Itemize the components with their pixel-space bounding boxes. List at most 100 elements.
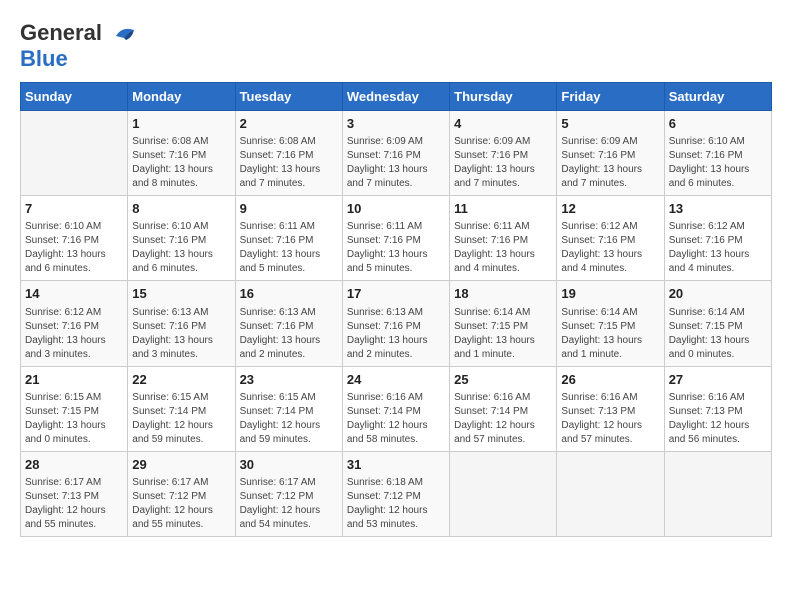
day-number: 1 <box>132 115 230 133</box>
day-info: Sunrise: 6:15 AM Sunset: 7:14 PM Dayligh… <box>132 391 230 447</box>
calendar-cell <box>21 111 128 196</box>
calendar-week-row: 1 Sunrise: 6:08 AM Sunset: 7:16 PM Daylig… <box>21 111 772 196</box>
day-info: Sunrise: 6:14 AM Sunset: 7:15 PM Dayligh… <box>561 306 659 362</box>
day-info: Sunrise: 6:12 AM Sunset: 7:16 PM Dayligh… <box>669 220 767 276</box>
day-info: Sunrise: 6:16 AM Sunset: 7:14 PM Dayligh… <box>454 391 552 447</box>
day-info: Sunrise: 6:09 AM Sunset: 7:16 PM Dayligh… <box>347 135 445 191</box>
day-info: Sunrise: 6:16 AM Sunset: 7:13 PM Dayligh… <box>669 391 767 447</box>
day-info: Sunrise: 6:10 AM Sunset: 7:16 PM Dayligh… <box>132 220 230 276</box>
calendar-cell: 31 Sunrise: 6:18 AM Sunset: 7:12 PM Dayli… <box>342 451 449 536</box>
day-number: 4 <box>454 115 552 133</box>
day-number: 13 <box>669 200 767 218</box>
header-day-monday: Monday <box>128 83 235 111</box>
calendar-cell: 10 Sunrise: 6:11 AM Sunset: 7:16 PM Dayli… <box>342 196 449 281</box>
calendar-cell: 27Sunrise: 6:16 AM Sunset: 7:13 PM Dayli… <box>664 366 771 451</box>
calendar-cell: 14 Sunrise: 6:12 AM Sunset: 7:16 PM Dayli… <box>21 281 128 366</box>
day-number: 21 <box>25 371 123 389</box>
logo: General Blue <box>20 20 138 72</box>
day-info: Sunrise: 6:17 AM Sunset: 7:12 PM Dayligh… <box>240 476 338 532</box>
day-info: Sunrise: 6:18 AM Sunset: 7:12 PM Dayligh… <box>347 476 445 532</box>
logo-general-text: General <box>20 20 102 46</box>
calendar-week-row: 14 Sunrise: 6:12 AM Sunset: 7:16 PM Dayli… <box>21 281 772 366</box>
day-number: 7 <box>25 200 123 218</box>
day-number: 30 <box>240 456 338 474</box>
calendar-cell: 22 Sunrise: 6:15 AM Sunset: 7:14 PM Dayli… <box>128 366 235 451</box>
calendar-cell: 17Sunrise: 6:13 AM Sunset: 7:16 PM Dayli… <box>342 281 449 366</box>
day-info: Sunrise: 6:09 AM Sunset: 7:16 PM Dayligh… <box>561 135 659 191</box>
calendar-cell: 2 Sunrise: 6:08 AM Sunset: 7:16 PM Daylig… <box>235 111 342 196</box>
day-number: 3 <box>347 115 445 133</box>
day-number: 11 <box>454 200 552 218</box>
calendar-cell: 28Sunrise: 6:17 AM Sunset: 7:13 PM Dayli… <box>21 451 128 536</box>
day-number: 22 <box>132 371 230 389</box>
day-info: Sunrise: 6:14 AM Sunset: 7:15 PM Dayligh… <box>454 306 552 362</box>
calendar-cell: 1 Sunrise: 6:08 AM Sunset: 7:16 PM Daylig… <box>128 111 235 196</box>
day-info: Sunrise: 6:10 AM Sunset: 7:16 PM Dayligh… <box>669 135 767 191</box>
calendar-cell: 20 Sunrise: 6:14 AM Sunset: 7:15 PM Dayli… <box>664 281 771 366</box>
day-number: 28 <box>25 456 123 474</box>
calendar-cell: 25 Sunrise: 6:16 AM Sunset: 7:14 PM Dayli… <box>450 366 557 451</box>
day-info: Sunrise: 6:08 AM Sunset: 7:16 PM Dayligh… <box>240 135 338 191</box>
day-info: Sunrise: 6:09 AM Sunset: 7:16 PM Dayligh… <box>454 135 552 191</box>
day-number: 16 <box>240 285 338 303</box>
day-number: 26 <box>561 371 659 389</box>
calendar-cell <box>557 451 664 536</box>
header-day-wednesday: Wednesday <box>342 83 449 111</box>
logo-bird-icon <box>106 22 138 44</box>
header-day-friday: Friday <box>557 83 664 111</box>
calendar-table: SundayMondayTuesdayWednesdayThursdayFrid… <box>20 82 772 537</box>
day-number: 2 <box>240 115 338 133</box>
calendar-cell: 30 Sunrise: 6:17 AM Sunset: 7:12 PM Dayli… <box>235 451 342 536</box>
calendar-cell <box>450 451 557 536</box>
day-number: 23 <box>240 371 338 389</box>
day-info: Sunrise: 6:16 AM Sunset: 7:14 PM Dayligh… <box>347 391 445 447</box>
day-number: 6 <box>669 115 767 133</box>
calendar-cell: 11Sunrise: 6:11 AM Sunset: 7:16 PM Dayli… <box>450 196 557 281</box>
day-number: 17 <box>347 285 445 303</box>
day-number: 18 <box>454 285 552 303</box>
page-header: General Blue <box>20 20 772 72</box>
day-number: 31 <box>347 456 445 474</box>
day-info: Sunrise: 6:08 AM Sunset: 7:16 PM Dayligh… <box>132 135 230 191</box>
day-info: Sunrise: 6:12 AM Sunset: 7:16 PM Dayligh… <box>25 306 123 362</box>
calendar-cell: 12 Sunrise: 6:12 AM Sunset: 7:16 PM Dayli… <box>557 196 664 281</box>
day-info: Sunrise: 6:16 AM Sunset: 7:13 PM Dayligh… <box>561 391 659 447</box>
day-number: 8 <box>132 200 230 218</box>
calendar-week-row: 28Sunrise: 6:17 AM Sunset: 7:13 PM Dayli… <box>21 451 772 536</box>
calendar-cell: 29 Sunrise: 6:17 AM Sunset: 7:12 PM Dayli… <box>128 451 235 536</box>
calendar-week-row: 21Sunrise: 6:15 AM Sunset: 7:15 PM Dayli… <box>21 366 772 451</box>
day-number: 25 <box>454 371 552 389</box>
day-info: Sunrise: 6:17 AM Sunset: 7:12 PM Dayligh… <box>132 476 230 532</box>
calendar-cell: 3 Sunrise: 6:09 AM Sunset: 7:16 PM Daylig… <box>342 111 449 196</box>
calendar-cell: 7Sunrise: 6:10 AM Sunset: 7:16 PM Daylig… <box>21 196 128 281</box>
day-number: 20 <box>669 285 767 303</box>
day-number: 24 <box>347 371 445 389</box>
day-info: Sunrise: 6:15 AM Sunset: 7:14 PM Dayligh… <box>240 391 338 447</box>
calendar-cell: 13 Sunrise: 6:12 AM Sunset: 7:16 PM Dayli… <box>664 196 771 281</box>
calendar-cell: 19 Sunrise: 6:14 AM Sunset: 7:15 PM Dayli… <box>557 281 664 366</box>
day-info: Sunrise: 6:13 AM Sunset: 7:16 PM Dayligh… <box>240 306 338 362</box>
calendar-cell: 9 Sunrise: 6:11 AM Sunset: 7:16 PM Daylig… <box>235 196 342 281</box>
day-number: 14 <box>25 285 123 303</box>
calendar-header-row: SundayMondayTuesdayWednesdayThursdayFrid… <box>21 83 772 111</box>
day-info: Sunrise: 6:12 AM Sunset: 7:16 PM Dayligh… <box>561 220 659 276</box>
day-number: 5 <box>561 115 659 133</box>
day-number: 29 <box>132 456 230 474</box>
header-day-sunday: Sunday <box>21 83 128 111</box>
day-info: Sunrise: 6:14 AM Sunset: 7:15 PM Dayligh… <box>669 306 767 362</box>
day-number: 9 <box>240 200 338 218</box>
calendar-cell: 5 Sunrise: 6:09 AM Sunset: 7:16 PM Daylig… <box>557 111 664 196</box>
header-day-thursday: Thursday <box>450 83 557 111</box>
day-number: 10 <box>347 200 445 218</box>
day-number: 12 <box>561 200 659 218</box>
logo-blue-text: Blue <box>20 46 68 71</box>
day-info: Sunrise: 6:11 AM Sunset: 7:16 PM Dayligh… <box>240 220 338 276</box>
calendar-cell: 8 Sunrise: 6:10 AM Sunset: 7:16 PM Daylig… <box>128 196 235 281</box>
calendar-cell: 24 Sunrise: 6:16 AM Sunset: 7:14 PM Dayli… <box>342 366 449 451</box>
calendar-cell: 4 Sunrise: 6:09 AM Sunset: 7:16 PM Daylig… <box>450 111 557 196</box>
day-number: 19 <box>561 285 659 303</box>
day-info: Sunrise: 6:11 AM Sunset: 7:16 PM Dayligh… <box>347 220 445 276</box>
calendar-cell: 18 Sunrise: 6:14 AM Sunset: 7:15 PM Dayli… <box>450 281 557 366</box>
calendar-cell: 6 Sunrise: 6:10 AM Sunset: 7:16 PM Daylig… <box>664 111 771 196</box>
header-day-tuesday: Tuesday <box>235 83 342 111</box>
